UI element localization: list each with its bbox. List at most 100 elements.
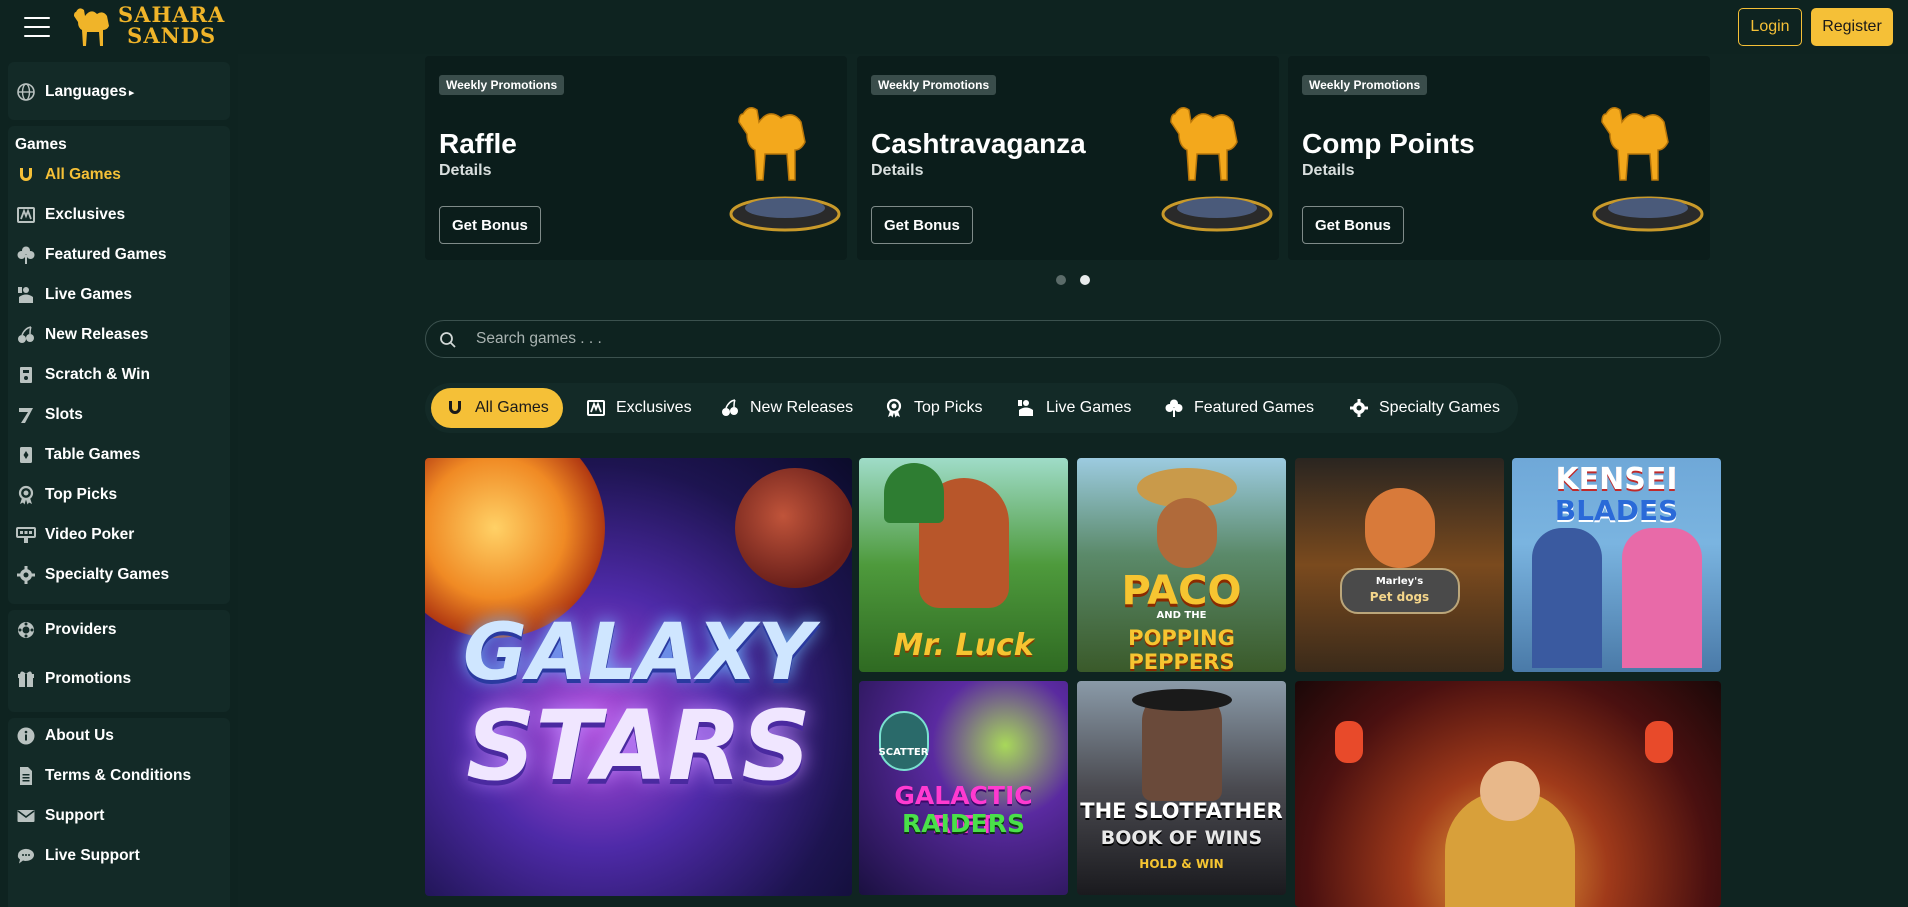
promo-details-link[interactable]: Details: [1302, 162, 1354, 180]
promo-badge: Weekly Promotions: [871, 75, 997, 95]
live-dealer-icon: [1016, 398, 1036, 418]
warrior-graphic: [1622, 528, 1702, 668]
game-title: STARS: [466, 690, 811, 802]
get-bonus-button[interactable]: Get Bonus: [871, 206, 973, 244]
sidebar-item-label: New Releases: [45, 326, 149, 343]
sidebar-item-label: Table Games: [45, 446, 141, 463]
sidebar-item-label: Support: [45, 807, 105, 824]
sidebar-item-label: Providers: [45, 621, 117, 638]
sidebar-item-label: Featured Games: [45, 246, 167, 263]
clover-icon: [15, 244, 37, 266]
game-tile-fortune-god[interactable]: [1295, 681, 1721, 907]
tab-featured-games[interactable]: Featured Games: [1164, 388, 1314, 428]
sidebar-item-scratch-win[interactable]: Scratch & Win: [15, 360, 150, 390]
game-subtitle: HOLD & WIN: [1139, 857, 1224, 871]
sidebar-item-live-games[interactable]: Live Games: [15, 280, 132, 310]
carousel-dot-1[interactable]: [1056, 275, 1066, 285]
sidebar-item-label: About Us: [45, 727, 114, 744]
sidebar-item-all-games[interactable]: All Games: [15, 160, 121, 190]
promo-badge: Weekly Promotions: [439, 75, 565, 95]
game-title: GALAXY: [462, 608, 815, 698]
game-tile-galaxy-stars[interactable]: GALAXY STARS: [425, 458, 852, 896]
face-graphic: [1480, 761, 1540, 821]
carousel-dot-2[interactable]: [1080, 275, 1090, 285]
sidebar-item-top-picks[interactable]: Top Picks: [15, 480, 117, 510]
camel-trophy-icon: [1161, 107, 1273, 232]
document-icon: [15, 765, 37, 787]
promo-details-link[interactable]: Details: [439, 162, 491, 180]
sidebar-item-promotions[interactable]: Promotions: [15, 664, 131, 694]
sidebar-item-terms-conditions[interactable]: Terms & Conditions: [15, 761, 191, 791]
seven-icon: [15, 404, 37, 426]
sidebar-item-support[interactable]: Support: [15, 801, 104, 831]
gear-icon: [15, 564, 37, 586]
get-bonus-button[interactable]: Get Bonus: [1302, 206, 1404, 244]
search-bar: [425, 320, 1721, 358]
game-title: KENSEI: [1555, 462, 1678, 497]
sidebar-item-about-us[interactable]: About Us: [15, 721, 114, 751]
sidebar-item-label: Top Picks: [45, 486, 118, 503]
game-title: BLADES: [1554, 494, 1679, 527]
tab-all-games[interactable]: All Games: [431, 388, 563, 428]
cards-icon: [15, 444, 37, 466]
game-tile-galactic-rift-raiders[interactable]: SCATTER GALACTIC RIFT RAIDERS: [859, 681, 1068, 895]
providers-chip-icon: [15, 619, 37, 641]
login-button[interactable]: Login: [1738, 8, 1802, 46]
promo-details-link[interactable]: Details: [871, 162, 923, 180]
game-title: POPPING PEPPERS: [1128, 626, 1235, 672]
game-tile-marleys-pet-dogs[interactable]: Marley's Pet dogs: [1295, 458, 1504, 672]
sidebar-item-specialty-games[interactable]: Specialty Games: [15, 560, 169, 590]
lantern-graphic: [1645, 721, 1673, 763]
planet-graphic: [735, 468, 852, 588]
warrior-graphic: [1532, 528, 1602, 668]
game-title: PACO: [1121, 568, 1242, 614]
register-button[interactable]: Register: [1811, 8, 1893, 46]
search-input[interactable]: [476, 321, 1676, 357]
logo-wordmark: SAHARA SANDS: [118, 2, 226, 48]
sidebar-item-new-releases[interactable]: New Releases: [15, 320, 148, 350]
sidebar-item-label: Slots: [45, 406, 83, 423]
sidebar-item-video-poker[interactable]: Video Poker: [15, 520, 134, 550]
tab-specialty-games[interactable]: Specialty Games: [1349, 388, 1500, 428]
chat-icon: [15, 845, 37, 867]
get-bonus-button[interactable]: Get Bonus: [439, 206, 541, 244]
info-icon: [15, 725, 37, 747]
sidebar-item-label: Video Poker: [45, 526, 135, 543]
camel-trophy-icon: [1592, 107, 1704, 232]
sidebar-item-languages[interactable]: Languages ▸: [15, 77, 134, 107]
character-graphic: [1365, 488, 1435, 568]
tab-new-releases[interactable]: New Releases: [720, 388, 853, 428]
camel-trophy-icon: [729, 107, 841, 232]
tab-label: Top Picks: [914, 399, 983, 416]
game-tile-kensei-blades[interactable]: KENSEI BLADES: [1512, 458, 1721, 672]
tab-exclusives[interactable]: Exclusives: [586, 388, 692, 428]
game-title: BOOK OF WINS: [1100, 827, 1263, 849]
globe-icon: [15, 81, 37, 103]
tab-live-games[interactable]: Live Games: [1016, 388, 1131, 428]
gear-icon: [1349, 398, 1369, 418]
sidebar-item-live-support[interactable]: Live Support: [15, 841, 140, 871]
sidebar-item-table-games[interactable]: Table Games: [15, 440, 140, 470]
sidebar-item-exclusives[interactable]: Exclusives: [15, 200, 125, 230]
site-logo[interactable]: SAHARA SANDS: [70, 2, 230, 50]
hamburger-menu-icon[interactable]: [24, 17, 50, 37]
game-title: Pet dogs: [1369, 590, 1430, 604]
sidebar-item-label: Exclusives: [45, 206, 126, 223]
game-tile-paco-popping-peppers[interactable]: PACO AND THE POPPING PEPPERS: [1077, 458, 1286, 672]
tab-top-picks[interactable]: Top Picks: [884, 388, 982, 428]
horseshoe-icon: [445, 398, 465, 418]
envelope-icon: [15, 805, 37, 827]
live-dealer-icon: [15, 284, 37, 306]
sidebar-item-providers[interactable]: Providers: [15, 615, 117, 645]
sidebar-item-label: Terms & Conditions: [45, 767, 192, 784]
top-header: SAHARA SANDS Login Register: [0, 0, 1908, 54]
game-tile-mr-luck[interactable]: Mr. Luck: [859, 458, 1068, 672]
sidebar-item-slots[interactable]: Slots: [15, 400, 83, 430]
cherries-icon: [15, 324, 37, 346]
gift-icon: [15, 668, 37, 690]
game-tile-the-slotfather[interactable]: THE SLOTFATHER BOOK OF WINS HOLD & WIN: [1077, 681, 1286, 895]
award-icon: [15, 484, 37, 506]
fedora-graphic: [1132, 689, 1232, 711]
sidebar-item-featured-games[interactable]: Featured Games: [15, 240, 166, 270]
promo-card: Weekly Promotions Comp Points Details Get B…: [1288, 56, 1710, 260]
